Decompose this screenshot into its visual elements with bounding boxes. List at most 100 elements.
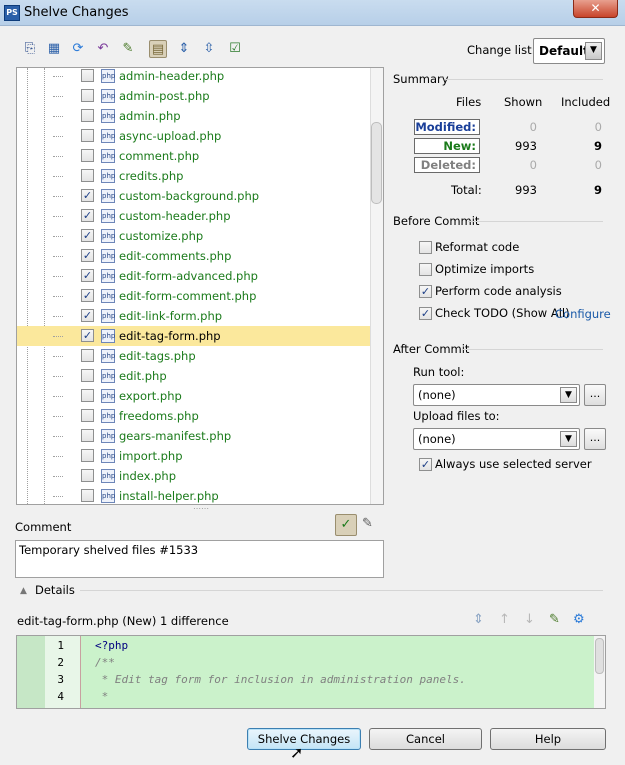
edit-source-icon[interactable]: ✎ — [549, 612, 560, 627]
run-tool-combo[interactable]: (none) ▼ — [413, 384, 580, 406]
file-checkbox[interactable] — [81, 489, 94, 502]
tree-row[interactable]: php admin-post.php — [17, 86, 370, 106]
file-checkbox[interactable]: ✓ — [81, 329, 94, 342]
tree-row[interactable]: php edit.php — [17, 366, 370, 386]
before-commit-checkbox[interactable]: ✓ — [419, 307, 432, 320]
run-tool-browse-button[interactable]: ... — [584, 384, 606, 406]
gear-icon[interactable]: ⚙ — [573, 612, 585, 627]
tree-connector — [53, 76, 63, 77]
file-checkbox[interactable] — [81, 69, 94, 82]
arrow-down-icon[interactable]: ↓ — [524, 612, 535, 627]
close-button[interactable]: ✕ — [573, 0, 618, 18]
chevron-down-icon[interactable]: ▼ — [560, 431, 577, 447]
commit-message-history-icon[interactable]: ✎ — [362, 516, 373, 531]
php-file-icon: php — [101, 389, 115, 403]
after-commit-heading: After Commit — [393, 342, 470, 356]
php-file-icon: php — [101, 309, 115, 323]
tree-row[interactable]: php gears-manifest.php — [17, 426, 370, 446]
file-checkbox[interactable] — [81, 469, 94, 482]
tree-scrollbar-thumb[interactable] — [371, 122, 382, 204]
file-name: edit-tags.php — [119, 349, 196, 363]
changelist-combo[interactable]: Default ▼ — [533, 38, 605, 64]
upload-label: Upload files to: — [413, 409, 500, 423]
file-checkbox[interactable] — [81, 169, 94, 182]
tree-row[interactable]: php edit-tags.php — [17, 346, 370, 366]
tree-row[interactable]: ✓ php edit-comments.php — [17, 246, 370, 266]
tree-row[interactable]: php install-helper.php — [17, 486, 370, 506]
file-checkbox[interactable] — [81, 429, 94, 442]
edit-source-icon[interactable]: ✎ — [119, 40, 137, 58]
chevron-down-icon[interactable]: ▼ — [560, 387, 577, 403]
cancel-button[interactable]: Cancel — [369, 728, 482, 750]
tree-row[interactable]: php export.php — [17, 386, 370, 406]
help-button[interactable]: Help — [490, 728, 606, 750]
diff-icon[interactable]: ⎘ — [21, 40, 39, 58]
tree-row[interactable]: php index.php — [17, 466, 370, 486]
file-checkbox[interactable]: ✓ — [81, 189, 94, 202]
chevron-down-icon[interactable]: ▼ — [585, 42, 602, 60]
collapse-details-icon[interactable]: ▲ — [20, 586, 27, 596]
comment-textarea[interactable]: Temporary shelved files #1533 — [15, 540, 384, 578]
file-checkbox[interactable] — [81, 409, 94, 422]
spellcheck-icon[interactable]: ✓ — [335, 514, 357, 536]
file-checkbox[interactable]: ✓ — [81, 229, 94, 242]
file-checkbox[interactable]: ✓ — [81, 309, 94, 322]
file-checkbox[interactable]: ✓ — [81, 289, 94, 302]
divider — [80, 590, 603, 591]
tree-row[interactable]: php comment.php — [17, 146, 370, 166]
revert-icon[interactable]: ↶ — [94, 40, 112, 58]
tree-row[interactable]: php admin.php — [17, 106, 370, 126]
tree-row[interactable]: ✓ php edit-form-advanced.php — [17, 266, 370, 286]
tree-row[interactable]: ✓ php edit-link-form.php — [17, 306, 370, 326]
file-checkbox[interactable] — [81, 89, 94, 102]
configure-link[interactable]: Configure — [555, 307, 611, 321]
col-shown: Shown — [504, 95, 543, 109]
code-line: <?php — [95, 639, 129, 652]
file-name: custom-background.php — [119, 189, 260, 203]
diff-scrollbar-thumb[interactable] — [595, 638, 604, 674]
file-name: admin.php — [119, 109, 181, 123]
tree-row[interactable]: php admin-header.php — [17, 66, 370, 86]
always-use-checkbox[interactable]: ✓ — [419, 458, 432, 471]
before-commit-checkbox[interactable] — [419, 241, 432, 254]
shelve-changes-button[interactable]: Shelve Changes — [247, 728, 361, 750]
expand-diff-icon[interactable]: ⇕ — [473, 612, 484, 627]
splitter-grip-icon[interactable]: ⋯⋯ — [193, 504, 209, 513]
divider — [462, 349, 603, 350]
upload-combo[interactable]: (none) ▼ — [413, 428, 580, 450]
arrow-up-icon[interactable]: ↑ — [499, 612, 510, 627]
expand-all-icon[interactable]: ⇕ — [175, 40, 193, 58]
file-checkbox[interactable]: ✓ — [81, 249, 94, 262]
file-name: import.php — [119, 449, 183, 463]
file-checkbox[interactable]: ✓ — [81, 269, 94, 282]
tree-row[interactable]: php credits.php — [17, 166, 370, 186]
tree-row[interactable]: ✓ php custom-background.php — [17, 186, 370, 206]
tree-row[interactable]: php import.php — [17, 446, 370, 466]
before-commit-checkbox[interactable] — [419, 263, 432, 276]
tree-connector — [53, 256, 63, 257]
group-by-dir-icon[interactable]: ▤ — [149, 40, 167, 58]
file-checkbox[interactable] — [81, 349, 94, 362]
tree-row[interactable]: php freedoms.php — [17, 406, 370, 426]
tree-row[interactable]: ✓ php custom-header.php — [17, 206, 370, 226]
file-checkbox[interactable] — [81, 369, 94, 382]
tree-row[interactable]: ✓ php edit-tag-form.php — [17, 326, 370, 346]
tree-row[interactable]: php async-upload.php — [17, 126, 370, 146]
before-commit-checkbox[interactable]: ✓ — [419, 285, 432, 298]
refresh-icon[interactable]: ⟳ — [69, 40, 87, 58]
file-checkbox[interactable] — [81, 449, 94, 462]
tree-row[interactable]: ✓ php edit-form-comment.php — [17, 286, 370, 306]
file-checkbox[interactable] — [81, 129, 94, 142]
file-checkbox[interactable] — [81, 149, 94, 162]
file-checkbox[interactable]: ✓ — [81, 209, 94, 222]
file-checkbox[interactable] — [81, 109, 94, 122]
file-checkbox[interactable] — [81, 389, 94, 402]
collapse-all-icon[interactable]: ⇳ — [200, 40, 218, 58]
file-name: customize.php — [119, 229, 204, 243]
select-all-icon[interactable]: ☑ — [226, 40, 244, 58]
php-file-icon: php — [101, 149, 115, 163]
tree-row[interactable]: ✓ php customize.php — [17, 226, 370, 246]
upload-browse-button[interactable]: ... — [584, 428, 606, 450]
group-icon[interactable]: ▦ — [45, 40, 63, 58]
php-file-icon: php — [101, 109, 115, 123]
